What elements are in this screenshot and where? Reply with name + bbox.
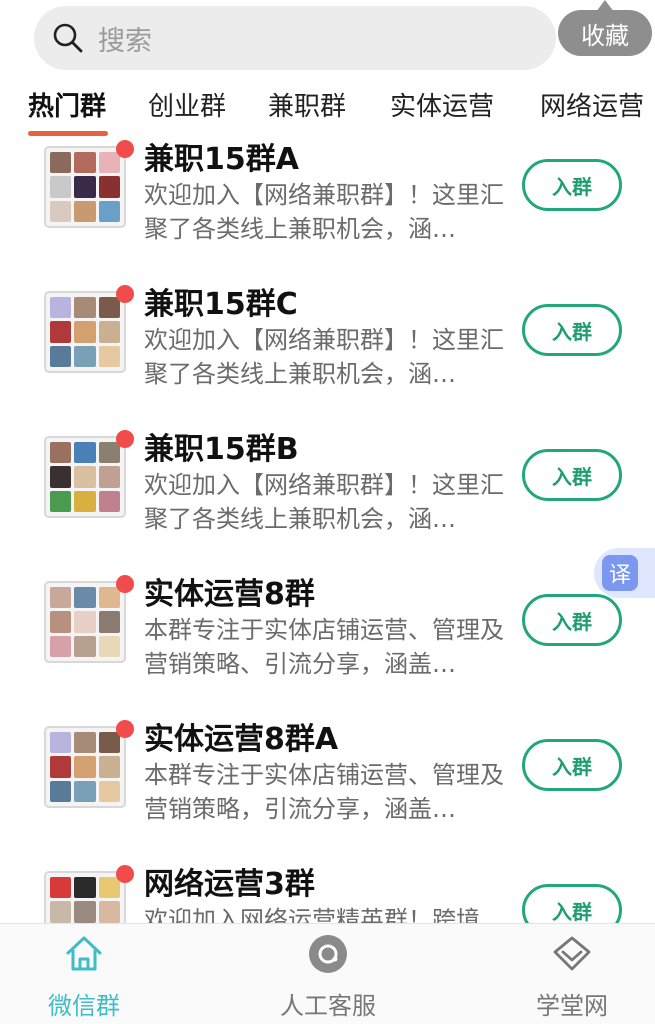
nav-label: 人工客服 bbox=[280, 992, 376, 1020]
group-avatar bbox=[44, 575, 134, 663]
top-bar: 搜索 收藏 bbox=[0, 0, 655, 78]
group-description: 本群专注于实体店铺运营、管理及营销策略、引流分享，涵盖… bbox=[144, 616, 504, 678]
join-group-button[interactable]: 入群 bbox=[522, 449, 622, 501]
group-avatar bbox=[44, 720, 134, 808]
list-item[interactable]: 兼职15群C 欢迎加入【网络兼职群】！这里汇聚了各类线上兼职机会，涵… 入群 bbox=[0, 271, 655, 416]
tab-startup-groups[interactable]: 创业群 bbox=[148, 86, 226, 123]
group-description: 欢迎加入【网络兼职群】！这里汇聚了各类线上兼职机会，涵… bbox=[144, 471, 504, 533]
group-avatar bbox=[44, 285, 134, 373]
search-box[interactable]: 搜索 bbox=[34, 6, 556, 70]
unread-dot bbox=[116, 720, 134, 738]
unread-dot bbox=[116, 865, 134, 883]
group-description: 欢迎加入【网络兼职群】！这里汇聚了各类线上兼职机会，涵… bbox=[144, 181, 504, 243]
group-description: 欢迎加入网络运营精英群！跨境 bbox=[144, 906, 480, 923]
translate-label: 译 bbox=[602, 555, 638, 591]
unread-dot bbox=[116, 140, 134, 158]
group-avatar bbox=[44, 140, 134, 228]
nav-customer-service[interactable]: 人工客服 bbox=[248, 924, 408, 1024]
list-item[interactable]: 实体运营8群 本群专注于实体店铺运营、管理及营销策略、引流分享，涵盖… 入群 bbox=[0, 561, 655, 706]
search-icon bbox=[52, 22, 84, 54]
group-list: 兼职15群A 欢迎加入【网络兼职群】！这里汇聚了各类线上兼职机会，涵… 入群 兼… bbox=[0, 126, 655, 923]
tab-parttime-groups[interactable]: 兼职群 bbox=[268, 86, 346, 123]
join-group-button[interactable]: 入群 bbox=[522, 159, 622, 211]
list-item[interactable]: 实体运营8群A 本群专注于实体店铺运营、管理及营销策略，引流分享，涵盖… 入群 bbox=[0, 706, 655, 851]
join-group-button[interactable]: 入群 bbox=[522, 594, 622, 646]
unread-dot bbox=[116, 285, 134, 303]
nav-academy[interactable]: 学堂网 bbox=[492, 924, 652, 1024]
list-item[interactable]: 兼职15群A 欢迎加入【网络兼职群】！这里汇聚了各类线上兼职机会，涵… 入群 bbox=[0, 126, 655, 271]
group-name: 兼职15群C bbox=[144, 287, 298, 322]
active-tab-indicator bbox=[28, 131, 108, 136]
group-name: 实体运营8群A bbox=[144, 722, 339, 757]
join-group-button[interactable]: 入群 bbox=[522, 304, 622, 356]
search-input[interactable]: 搜索 bbox=[98, 19, 152, 58]
join-group-button[interactable]: 入群 bbox=[522, 884, 622, 923]
nav-label: 微信群 bbox=[48, 992, 120, 1020]
group-description: 本群专注于实体店铺运营、管理及营销策略，引流分享，涵盖… bbox=[144, 761, 504, 823]
translate-button[interactable]: 译 bbox=[594, 548, 655, 598]
category-tabs: 热门群 创业群 兼职群 实体运营 网络运营 bbox=[0, 78, 655, 138]
unread-dot bbox=[116, 575, 134, 593]
group-name: 网络运营3群 bbox=[144, 867, 315, 902]
home-icon bbox=[62, 932, 106, 976]
list-item[interactable]: 网络运营3群 欢迎加入网络运营精英群！跨境 入群 bbox=[0, 851, 655, 923]
group-name: 实体运营8群 bbox=[144, 577, 315, 612]
unread-dot bbox=[116, 430, 134, 448]
list-item[interactable]: 兼职15群B 欢迎加入【网络兼职群】！这里汇聚了各类线上兼职机会，涵… 入群 bbox=[0, 416, 655, 561]
tab-online-ops[interactable]: 网络运营 bbox=[540, 86, 644, 123]
group-name: 兼职15群A bbox=[144, 142, 299, 177]
customer-service-icon bbox=[306, 932, 350, 976]
diamond-icon bbox=[550, 932, 594, 976]
favorite-button[interactable]: 收藏 bbox=[558, 10, 652, 56]
group-description: 欢迎加入【网络兼职群】！这里汇聚了各类线上兼职机会，涵… bbox=[144, 326, 504, 388]
nav-label: 学堂网 bbox=[536, 992, 608, 1020]
tab-physical-ops[interactable]: 实体运营 bbox=[390, 86, 494, 123]
nav-wechat-groups[interactable]: 微信群 bbox=[4, 924, 164, 1024]
group-name: 兼职15群B bbox=[144, 432, 299, 467]
group-avatar bbox=[44, 430, 134, 518]
tab-hot-groups[interactable]: 热门群 bbox=[28, 86, 106, 123]
join-group-button[interactable]: 入群 bbox=[522, 739, 622, 791]
group-avatar bbox=[44, 865, 134, 923]
bottom-nav: 微信群 人工客服 学堂网 bbox=[0, 923, 655, 1024]
